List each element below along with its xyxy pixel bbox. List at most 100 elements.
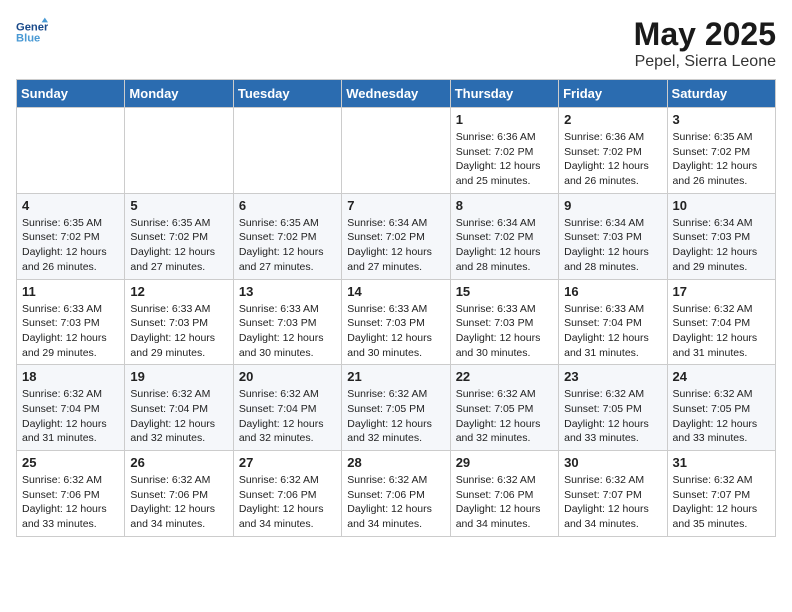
day-number: 19	[130, 369, 227, 384]
day-info: Sunrise: 6:34 AM Sunset: 7:02 PM Dayligh…	[347, 216, 444, 275]
day-info: Sunrise: 6:33 AM Sunset: 7:03 PM Dayligh…	[22, 302, 119, 361]
location-title: Pepel, Sierra Leone	[634, 53, 776, 71]
weekday-header: Monday	[125, 80, 233, 108]
calendar-cell: 21Sunrise: 6:32 AM Sunset: 7:05 PM Dayli…	[342, 365, 450, 451]
day-number: 7	[347, 198, 444, 213]
calendar-cell: 13 Sunrise: 6:33 AM Sunset: 7:03 PM Dayli…	[233, 279, 341, 365]
day-info: Sunrise: 6:32 AM Sunset: 7:06 PM Dayligh…	[239, 473, 336, 532]
day-number: 23	[564, 369, 661, 384]
day-number: 8	[456, 198, 553, 213]
calendar-cell: 3 Sunrise: 6:35 AM Sunset: 7:02 PM Daylig…	[667, 108, 775, 194]
day-info: Sunrise: 6:32 AM Sunset: 7:04 PM Dayligh…	[130, 387, 227, 446]
day-number: 13	[239, 284, 336, 299]
calendar-week-row: 1 Sunrise: 6:36 AM Sunset: 7:02 PM Daylig…	[17, 108, 776, 194]
day-info: Sunrise: 6:32 AM Sunset: 7:07 PM Dayligh…	[673, 473, 770, 532]
day-number: 17	[673, 284, 770, 299]
day-number: 27	[239, 455, 336, 470]
calendar-cell	[17, 108, 125, 194]
svg-text:General: General	[16, 21, 48, 33]
calendar-cell: 25 Sunrise: 6:32 AM Sunset: 7:06 PM Dayli…	[17, 451, 125, 537]
day-info: Sunrise: 6:32 AM Sunset: 7:06 PM Dayligh…	[130, 473, 227, 532]
day-number: 16	[564, 284, 661, 299]
logo: General Blue	[16, 16, 48, 48]
calendar-cell: 11 Sunrise: 6:33 AM Sunset: 7:03 PM Dayli…	[17, 279, 125, 365]
calendar-cell: 26 Sunrise: 6:32 AM Sunset: 7:06 PM Dayli…	[125, 451, 233, 537]
day-info: Sunrise: 6:32 AM Sunset: 7:04 PM Dayligh…	[673, 302, 770, 361]
weekday-header-row: SundayMondayTuesdayWednesdayThursdayFrid…	[17, 80, 776, 108]
day-info: Sunrise: 6:36 AM Sunset: 7:02 PM Dayligh…	[456, 130, 553, 189]
day-number: 6	[239, 198, 336, 213]
calendar-cell: 14Sunrise: 6:33 AM Sunset: 7:03 PM Dayli…	[342, 279, 450, 365]
day-number: 22	[456, 369, 553, 384]
calendar-cell: 29Sunrise: 6:32 AM Sunset: 7:06 PM Dayli…	[450, 451, 558, 537]
calendar-cell: 24 Sunrise: 6:32 AM Sunset: 7:05 PM Dayli…	[667, 365, 775, 451]
calendar-cell: 4 Sunrise: 6:35 AM Sunset: 7:02 PM Daylig…	[17, 193, 125, 279]
calendar-cell: 1 Sunrise: 6:36 AM Sunset: 7:02 PM Daylig…	[450, 108, 558, 194]
calendar-cell: 18 Sunrise: 6:32 AM Sunset: 7:04 PM Dayli…	[17, 365, 125, 451]
day-number: 11	[22, 284, 119, 299]
day-info: Sunrise: 6:35 AM Sunset: 7:02 PM Dayligh…	[673, 130, 770, 189]
day-number: 4	[22, 198, 119, 213]
calendar-cell: 31 Sunrise: 6:32 AM Sunset: 7:07 PM Dayli…	[667, 451, 775, 537]
day-number: 12	[130, 284, 227, 299]
day-info: Sunrise: 6:32 AM Sunset: 7:04 PM Dayligh…	[239, 387, 336, 446]
calendar-cell: 5Sunrise: 6:35 AM Sunset: 7:02 PM Daylig…	[125, 193, 233, 279]
day-info: Sunrise: 6:33 AM Sunset: 7:04 PM Dayligh…	[564, 302, 661, 361]
title-block: May 2025 Pepel, Sierra Leone	[634, 16, 776, 71]
day-info: Sunrise: 6:32 AM Sunset: 7:05 PM Dayligh…	[673, 387, 770, 446]
calendar-cell: 22 Sunrise: 6:32 AM Sunset: 7:05 PM Dayli…	[450, 365, 558, 451]
calendar-table: SundayMondayTuesdayWednesdayThursdayFrid…	[16, 79, 776, 537]
day-number: 28	[347, 455, 444, 470]
day-info: Sunrise: 6:34 AM Sunset: 7:03 PM Dayligh…	[564, 216, 661, 275]
day-info: Sunrise: 6:33 AM Sunset: 7:03 PM Dayligh…	[456, 302, 553, 361]
calendar-cell	[342, 108, 450, 194]
day-number: 20	[239, 369, 336, 384]
day-info: Sunrise: 6:35 AM Sunset: 7:02 PM Dayligh…	[22, 216, 119, 275]
page-header: General Blue May 2025 Pepel, Sierra Leon…	[16, 16, 776, 71]
day-info: Sunrise: 6:33 AM Sunset: 7:03 PM Dayligh…	[239, 302, 336, 361]
day-number: 31	[673, 455, 770, 470]
calendar-cell: 17 Sunrise: 6:32 AM Sunset: 7:04 PM Dayli…	[667, 279, 775, 365]
day-info: Sunrise: 6:33 AM Sunset: 7:03 PM Dayligh…	[347, 302, 444, 361]
calendar-cell: 9 Sunrise: 6:34 AM Sunset: 7:03 PM Daylig…	[559, 193, 667, 279]
day-number: 25	[22, 455, 119, 470]
calendar-week-row: 4 Sunrise: 6:35 AM Sunset: 7:02 PM Daylig…	[17, 193, 776, 279]
day-number: 9	[564, 198, 661, 213]
calendar-week-row: 18 Sunrise: 6:32 AM Sunset: 7:04 PM Dayli…	[17, 365, 776, 451]
calendar-cell: 19 Sunrise: 6:32 AM Sunset: 7:04 PM Dayli…	[125, 365, 233, 451]
day-info: Sunrise: 6:32 AM Sunset: 7:05 PM Dayligh…	[456, 387, 553, 446]
day-number: 26	[130, 455, 227, 470]
calendar-cell: 6Sunrise: 6:35 AM Sunset: 7:02 PM Daylig…	[233, 193, 341, 279]
day-info: Sunrise: 6:34 AM Sunset: 7:03 PM Dayligh…	[673, 216, 770, 275]
day-info: Sunrise: 6:33 AM Sunset: 7:03 PM Dayligh…	[130, 302, 227, 361]
calendar-cell: 27 Sunrise: 6:32 AM Sunset: 7:06 PM Dayli…	[233, 451, 341, 537]
day-info: Sunrise: 6:32 AM Sunset: 7:04 PM Dayligh…	[22, 387, 119, 446]
day-number: 15	[456, 284, 553, 299]
month-title: May 2025	[634, 16, 776, 53]
day-info: Sunrise: 6:32 AM Sunset: 7:06 PM Dayligh…	[22, 473, 119, 532]
calendar-cell: 30Sunrise: 6:32 AM Sunset: 7:07 PM Dayli…	[559, 451, 667, 537]
calendar-cell: 10Sunrise: 6:34 AM Sunset: 7:03 PM Dayli…	[667, 193, 775, 279]
day-info: Sunrise: 6:32 AM Sunset: 7:05 PM Dayligh…	[347, 387, 444, 446]
day-info: Sunrise: 6:35 AM Sunset: 7:02 PM Dayligh…	[130, 216, 227, 275]
calendar-week-row: 25 Sunrise: 6:32 AM Sunset: 7:06 PM Dayli…	[17, 451, 776, 537]
calendar-cell: 7 Sunrise: 6:34 AM Sunset: 7:02 PM Daylig…	[342, 193, 450, 279]
day-info: Sunrise: 6:32 AM Sunset: 7:05 PM Dayligh…	[564, 387, 661, 446]
day-number: 18	[22, 369, 119, 384]
calendar-cell: 2Sunrise: 6:36 AM Sunset: 7:02 PM Daylig…	[559, 108, 667, 194]
weekday-header: Thursday	[450, 80, 558, 108]
weekday-header: Friday	[559, 80, 667, 108]
logo-icon: General Blue	[16, 16, 48, 48]
weekday-header: Sunday	[17, 80, 125, 108]
calendar-cell	[233, 108, 341, 194]
calendar-cell: 15 Sunrise: 6:33 AM Sunset: 7:03 PM Dayli…	[450, 279, 558, 365]
day-number: 1	[456, 112, 553, 127]
day-info: Sunrise: 6:36 AM Sunset: 7:02 PM Dayligh…	[564, 130, 661, 189]
day-info: Sunrise: 6:34 AM Sunset: 7:02 PM Dayligh…	[456, 216, 553, 275]
day-number: 24	[673, 369, 770, 384]
day-info: Sunrise: 6:32 AM Sunset: 7:07 PM Dayligh…	[564, 473, 661, 532]
day-number: 3	[673, 112, 770, 127]
day-info: Sunrise: 6:32 AM Sunset: 7:06 PM Dayligh…	[456, 473, 553, 532]
weekday-header: Tuesday	[233, 80, 341, 108]
calendar-week-row: 11 Sunrise: 6:33 AM Sunset: 7:03 PM Dayli…	[17, 279, 776, 365]
